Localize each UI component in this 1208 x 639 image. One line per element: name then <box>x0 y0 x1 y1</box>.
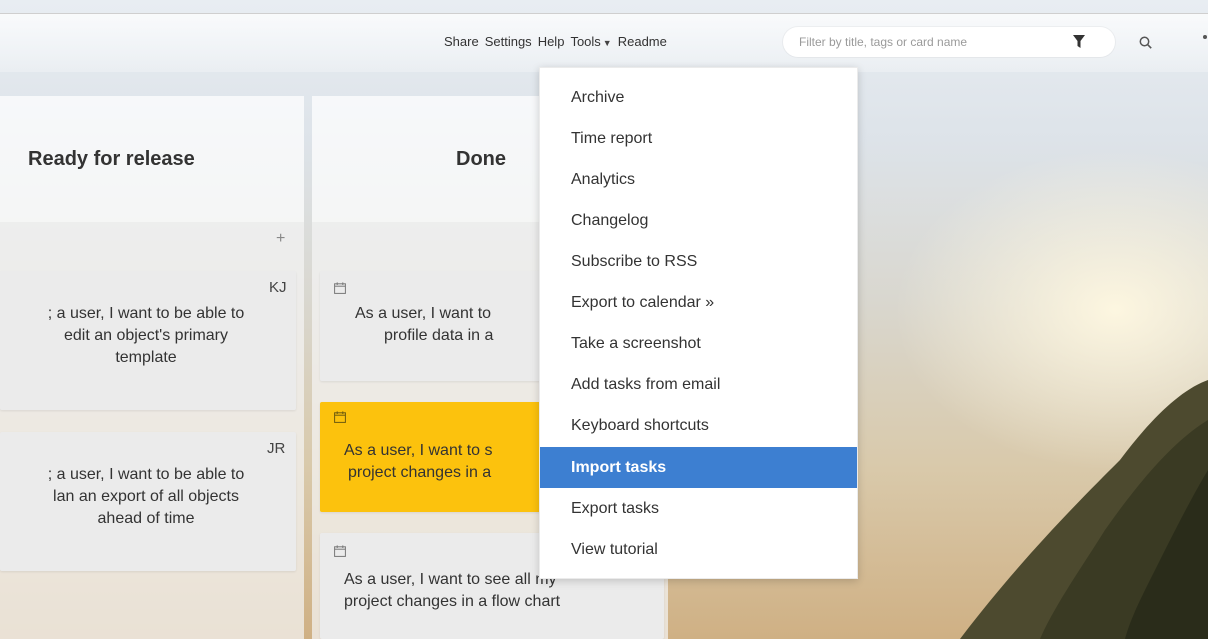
tools-dropdown-menu: Archive Time report Analytics Changelog … <box>539 67 858 579</box>
card-title-line: As a user, I want to s <box>344 442 493 459</box>
column-title: Ready for release <box>28 148 195 170</box>
caret-down-icon: ▼ <box>602 38 612 48</box>
card-title-line: project changes in a <box>348 464 492 481</box>
settings-link[interactable]: Settings <box>485 34 532 49</box>
search-box <box>783 27 1115 57</box>
card[interactable]: JR ; a user, I want to be able to lan an… <box>0 432 296 571</box>
column-title: Done <box>456 148 506 170</box>
calendar-icon <box>334 282 346 294</box>
card-title-line: As a user, I want to see all my <box>344 571 557 588</box>
top-nav: Share Settings Help Tools ▼ Readme <box>444 34 667 49</box>
filter-icon[interactable] <box>1073 35 1085 49</box>
menu-item-subscribe-rss[interactable]: Subscribe to RSS <box>540 241 857 282</box>
tools-label: Tools <box>570 34 601 49</box>
menu-item-analytics[interactable]: Analytics <box>540 159 857 200</box>
card[interactable]: KJ ; a user, I want to be able to edit a… <box>0 271 296 410</box>
menu-item-archive[interactable]: Archive <box>540 77 857 118</box>
card-title: ; a user, I want to be able to lan an ex… <box>0 464 292 530</box>
card-title-line: lan an export of all objects <box>53 488 239 505</box>
card-title-line: ; a user, I want to be able to <box>47 466 245 483</box>
search-area <box>783 27 1152 57</box>
help-link[interactable]: Help <box>538 34 565 49</box>
menu-item-time-report[interactable]: Time report <box>540 118 857 159</box>
card-title-line: ; a user, I want to be able to <box>47 305 245 322</box>
tools-menu-button[interactable]: Tools ▼ <box>570 34 611 49</box>
card-title: As a user, I want to profile data in a <box>355 303 493 347</box>
menu-item-export-tasks[interactable]: Export tasks <box>540 488 857 529</box>
card-title-line: edit an object's primary <box>63 327 228 344</box>
column-header-ready-for-release: Ready for release <box>0 96 304 222</box>
card-title: As a user, I want to s project changes i… <box>344 440 493 484</box>
readme-link[interactable]: Readme <box>618 34 667 49</box>
assignee-initials: KJ <box>269 279 287 296</box>
clipped-icon <box>1203 35 1207 39</box>
card-title-line: As a user, I want to <box>355 305 492 322</box>
card-title: As a user, I want to see all my project … <box>344 569 560 613</box>
card-title-line: project changes in a flow chart <box>344 593 561 610</box>
add-card-button[interactable]: + <box>276 230 285 248</box>
calendar-icon <box>334 545 346 557</box>
card-title: ; a user, I want to be able to edit an o… <box>0 303 292 369</box>
menu-item-view-tutorial[interactable]: View tutorial <box>540 529 857 570</box>
menu-item-export-calendar[interactable]: Export to calendar » <box>540 282 857 323</box>
card-title-line: template <box>115 349 177 366</box>
assignee-initials: JR <box>267 440 286 457</box>
menu-item-keyboard-shortcuts[interactable]: Keyboard shortcuts <box>540 405 857 446</box>
calendar-icon <box>334 411 346 423</box>
menu-item-take-screenshot[interactable]: Take a screenshot <box>540 323 857 364</box>
menu-item-add-tasks-email[interactable]: Add tasks from email <box>540 364 857 405</box>
search-icon[interactable] <box>1139 36 1152 49</box>
card-title-line: profile data in a <box>384 327 494 344</box>
share-link[interactable]: Share <box>444 34 479 49</box>
menu-item-changelog[interactable]: Changelog <box>540 200 857 241</box>
search-input[interactable] <box>799 33 1059 51</box>
card-title-line: ahead of time <box>97 510 195 527</box>
menu-item-import-tasks[interactable]: Import tasks <box>540 447 857 488</box>
